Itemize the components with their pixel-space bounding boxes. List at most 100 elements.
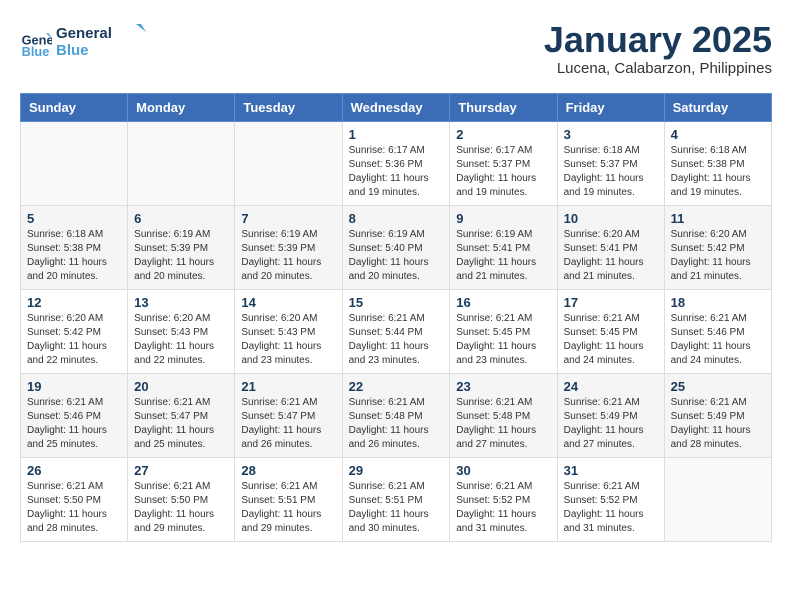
day-info: Sunrise: 6:21 AM Sunset: 5:44 PM Dayligh… — [349, 312, 444, 368]
calendar-cell — [21, 121, 128, 205]
title-block: January 2025 Lucena, Calabarzon, Philipp… — [544, 20, 772, 77]
calendar-cell — [128, 121, 235, 205]
day-info: Sunrise: 6:21 AM Sunset: 5:49 PM Dayligh… — [564, 396, 658, 452]
calendar-week-2: 5Sunrise: 6:18 AM Sunset: 5:38 PM Daylig… — [21, 205, 772, 289]
calendar-cell: 30 Sunrise: 6:21 AM Sunset: 5:52 PM Dayli… — [450, 457, 557, 541]
day-info: Sunrise: 6:21 AM Sunset: 5:48 PM Dayligh… — [349, 396, 444, 452]
svg-text:Blue: Blue — [56, 42, 89, 59]
calendar-week-4: 19 Sunrise: 6:21 AM Sunset: 5:46 PM Dayli… — [21, 373, 772, 457]
day-number: 17 — [564, 295, 658, 310]
calendar-table: SundayMondayTuesdayWednesdayThursdayFrid… — [20, 93, 772, 542]
calendar-cell: 24 Sunrise: 6:21 AM Sunset: 5:49 PM Dayli… — [557, 373, 664, 457]
day-number: 13 — [134, 295, 228, 310]
day-info: Sunrise: 6:21 AM Sunset: 5:50 PM Dayligh… — [27, 480, 121, 536]
month-title: January 2025 — [544, 20, 772, 60]
day-info: Sunrise: 6:19 AM Sunset: 5:39 PM Dayligh… — [241, 228, 335, 284]
day-info: Sunrise: 6:21 AM Sunset: 5:46 PM Dayligh… — [27, 396, 121, 452]
weekday-header-thursday: Thursday — [450, 93, 557, 121]
calendar-cell: 7 Sunrise: 6:19 AM Sunset: 5:39 PM Daylig… — [235, 205, 342, 289]
calendar-cell: 11 Sunrise: 6:20 AM Sunset: 5:42 PM Dayli… — [664, 205, 771, 289]
day-number: 19 — [27, 379, 121, 394]
weekday-header-monday: Monday — [128, 93, 235, 121]
location: Lucena, Calabarzon, Philippines — [544, 60, 772, 77]
day-info: Sunrise: 6:21 AM Sunset: 5:51 PM Dayligh… — [349, 480, 444, 536]
day-number: 4 — [671, 127, 765, 142]
day-number: 3 — [564, 127, 658, 142]
day-number: 10 — [564, 211, 658, 226]
day-number: 8 — [349, 211, 444, 226]
calendar-cell: 5Sunrise: 6:18 AM Sunset: 5:38 PM Daylig… — [21, 205, 128, 289]
logo-svg: General Blue — [56, 20, 146, 60]
calendar-cell: 18Sunrise: 6:21 AM Sunset: 5:46 PM Dayli… — [664, 289, 771, 373]
day-info: Sunrise: 6:20 AM Sunset: 5:41 PM Dayligh… — [564, 228, 658, 284]
calendar-cell: 8 Sunrise: 6:19 AM Sunset: 5:40 PM Daylig… — [342, 205, 450, 289]
day-info: Sunrise: 6:21 AM Sunset: 5:45 PM Dayligh… — [456, 312, 550, 368]
calendar-cell: 10 Sunrise: 6:20 AM Sunset: 5:41 PM Dayli… — [557, 205, 664, 289]
day-info: Sunrise: 6:21 AM Sunset: 5:45 PM Dayligh… — [564, 312, 658, 368]
day-info: Sunrise: 6:18 AM Sunset: 5:38 PM Dayligh… — [671, 144, 765, 200]
weekday-header-friday: Friday — [557, 93, 664, 121]
calendar-cell: 2 Sunrise: 6:17 AM Sunset: 5:37 PM Daylig… — [450, 121, 557, 205]
calendar-cell: 1Sunrise: 6:17 AM Sunset: 5:36 PM Daylig… — [342, 121, 450, 205]
day-number: 22 — [349, 379, 444, 394]
day-info: Sunrise: 6:17 AM Sunset: 5:36 PM Dayligh… — [349, 144, 444, 200]
svg-text:Blue: Blue — [22, 43, 50, 58]
calendar-cell: 3 Sunrise: 6:18 AM Sunset: 5:37 PM Daylig… — [557, 121, 664, 205]
day-number: 26 — [27, 463, 121, 478]
weekday-header-tuesday: Tuesday — [235, 93, 342, 121]
day-info: Sunrise: 6:21 AM Sunset: 5:52 PM Dayligh… — [456, 480, 550, 536]
day-number: 29 — [349, 463, 444, 478]
calendar-cell: 29 Sunrise: 6:21 AM Sunset: 5:51 PM Dayli… — [342, 457, 450, 541]
day-info: Sunrise: 6:17 AM Sunset: 5:37 PM Dayligh… — [456, 144, 550, 200]
calendar-cell: 9Sunrise: 6:19 AM Sunset: 5:41 PM Daylig… — [450, 205, 557, 289]
calendar-cell: 6 Sunrise: 6:19 AM Sunset: 5:39 PM Daylig… — [128, 205, 235, 289]
logo: General Blue General Blue — [20, 20, 146, 65]
calendar-cell: 22 Sunrise: 6:21 AM Sunset: 5:48 PM Dayli… — [342, 373, 450, 457]
calendar-week-3: 12Sunrise: 6:20 AM Sunset: 5:42 PM Dayli… — [21, 289, 772, 373]
day-info: Sunrise: 6:18 AM Sunset: 5:38 PM Dayligh… — [27, 228, 121, 284]
day-info: Sunrise: 6:19 AM Sunset: 5:39 PM Dayligh… — [134, 228, 228, 284]
day-number: 28 — [241, 463, 335, 478]
day-info: Sunrise: 6:19 AM Sunset: 5:40 PM Dayligh… — [349, 228, 444, 284]
day-number: 2 — [456, 127, 550, 142]
page-header: General Blue General Blue January 2025 L… — [20, 20, 772, 77]
day-number: 18 — [671, 295, 765, 310]
calendar-cell: 12Sunrise: 6:20 AM Sunset: 5:42 PM Dayli… — [21, 289, 128, 373]
day-number: 23 — [456, 379, 550, 394]
day-info: Sunrise: 6:20 AM Sunset: 5:43 PM Dayligh… — [241, 312, 335, 368]
day-number: 11 — [671, 211, 765, 226]
day-info: Sunrise: 6:21 AM Sunset: 5:50 PM Dayligh… — [134, 480, 228, 536]
calendar-cell: 26 Sunrise: 6:21 AM Sunset: 5:50 PM Dayli… — [21, 457, 128, 541]
day-number: 21 — [241, 379, 335, 394]
day-number: 31 — [564, 463, 658, 478]
weekday-header-wednesday: Wednesday — [342, 93, 450, 121]
day-number: 24 — [564, 379, 658, 394]
calendar-cell: 31 Sunrise: 6:21 AM Sunset: 5:52 PM Dayli… — [557, 457, 664, 541]
svg-text:General: General — [56, 25, 112, 42]
day-number: 6 — [134, 211, 228, 226]
calendar-cell: 4 Sunrise: 6:18 AM Sunset: 5:38 PM Daylig… — [664, 121, 771, 205]
calendar-cell: 15 Sunrise: 6:21 AM Sunset: 5:44 PM Dayli… — [342, 289, 450, 373]
day-number: 16 — [456, 295, 550, 310]
day-number: 14 — [241, 295, 335, 310]
day-number: 20 — [134, 379, 228, 394]
day-info: Sunrise: 6:20 AM Sunset: 5:42 PM Dayligh… — [27, 312, 121, 368]
day-info: Sunrise: 6:21 AM Sunset: 5:47 PM Dayligh… — [134, 396, 228, 452]
calendar-cell: 14 Sunrise: 6:20 AM Sunset: 5:43 PM Dayli… — [235, 289, 342, 373]
day-info: Sunrise: 6:18 AM Sunset: 5:37 PM Dayligh… — [564, 144, 658, 200]
calendar-cell: 16 Sunrise: 6:21 AM Sunset: 5:45 PM Dayli… — [450, 289, 557, 373]
weekday-header-saturday: Saturday — [664, 93, 771, 121]
calendar-cell: 27Sunrise: 6:21 AM Sunset: 5:50 PM Dayli… — [128, 457, 235, 541]
day-number: 30 — [456, 463, 550, 478]
day-info: Sunrise: 6:21 AM Sunset: 5:52 PM Dayligh… — [564, 480, 658, 536]
calendar-cell: 23Sunrise: 6:21 AM Sunset: 5:48 PM Dayli… — [450, 373, 557, 457]
calendar-cell — [664, 457, 771, 541]
calendar-cell: 25Sunrise: 6:21 AM Sunset: 5:49 PM Dayli… — [664, 373, 771, 457]
calendar-cell: 17 Sunrise: 6:21 AM Sunset: 5:45 PM Dayli… — [557, 289, 664, 373]
day-info: Sunrise: 6:20 AM Sunset: 5:42 PM Dayligh… — [671, 228, 765, 284]
logo-icon: General Blue — [20, 27, 52, 59]
day-info: Sunrise: 6:21 AM Sunset: 5:49 PM Dayligh… — [671, 396, 765, 452]
day-number: 15 — [349, 295, 444, 310]
day-info: Sunrise: 6:21 AM Sunset: 5:47 PM Dayligh… — [241, 396, 335, 452]
day-number: 7 — [241, 211, 335, 226]
